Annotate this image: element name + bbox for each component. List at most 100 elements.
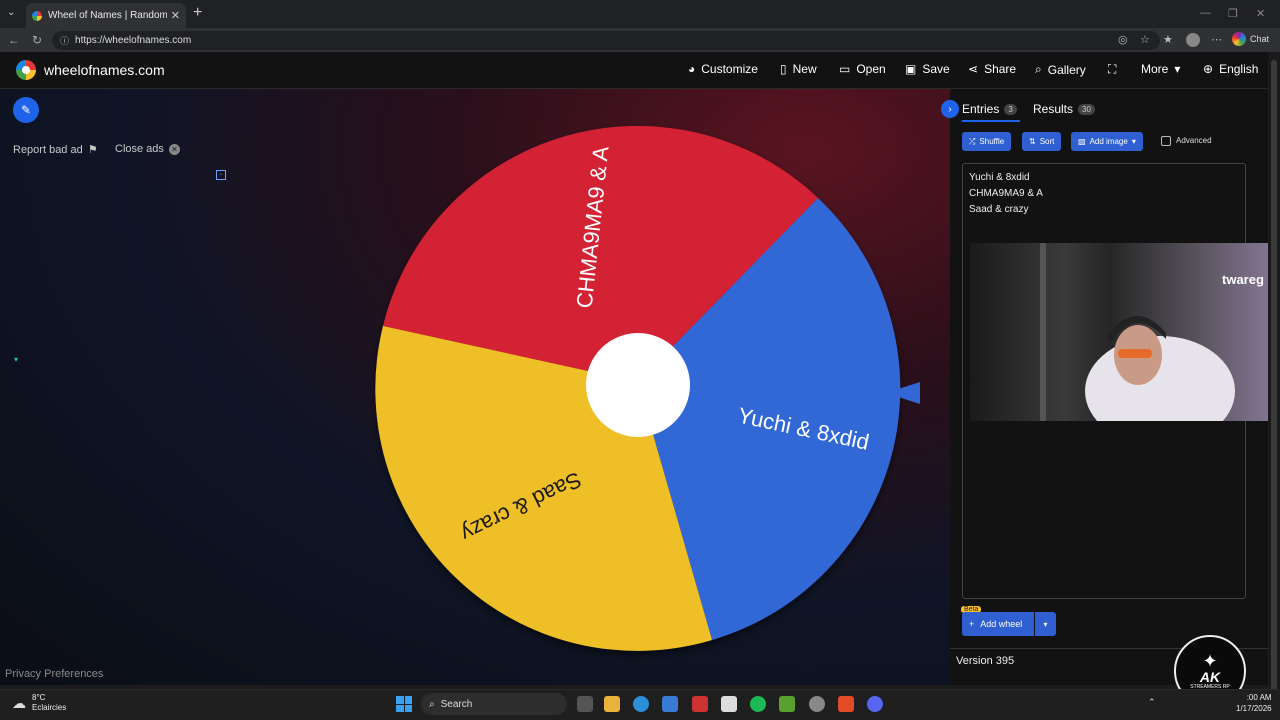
open-button[interactable]: ▭ Open: [839, 62, 886, 76]
share-button[interactable]: ⋖ Share: [968, 62, 1016, 76]
flag-icon: ⚑: [87, 144, 98, 156]
taskbar-clock[interactable]: :00 AM 1/17/2026: [1236, 692, 1272, 714]
window-close-icon[interactable]: ✕: [1256, 7, 1265, 20]
shuffle-icon: ⤮: [969, 136, 976, 146]
badge-name: AK: [1199, 669, 1221, 685]
close-ads-link[interactable]: Close ads ✕: [115, 143, 180, 155]
favorite-star-icon[interactable]: ☆: [1140, 33, 1150, 46]
collapse-panel-chevron-icon[interactable]: ›: [941, 100, 959, 118]
minimize-icon[interactable]: —: [1200, 7, 1211, 19]
copilot-chat-button[interactable]: Chat: [1232, 32, 1269, 46]
version-label: Version 395: [956, 655, 1015, 667]
spotify-icon[interactable]: [750, 696, 766, 712]
page-scrollbar[interactable]: [1268, 52, 1280, 700]
site-name[interactable]: wheelofnames.com: [44, 62, 165, 78]
report-bad-ad-label: Report bad ad: [13, 143, 83, 156]
gallery-button[interactable]: ⌕ Gallery: [1035, 62, 1086, 77]
add-wheel-dropdown-icon[interactable]: ▾: [1035, 612, 1056, 636]
edit-pencil-button[interactable]: ✎: [13, 97, 39, 123]
close-ads-label: Close ads: [115, 143, 164, 155]
profile-avatar[interactable]: [1186, 33, 1200, 47]
address-bar: ← ↻ ⓘ https://wheelofnames.com ◎ ☆ ★ ⋯ C…: [0, 28, 1280, 52]
copilot-icon: [1232, 32, 1246, 46]
edge-browser-icon[interactable]: [633, 696, 649, 712]
active-tab-indicator: [962, 120, 1020, 122]
add-image-label: Add image: [1089, 137, 1128, 146]
weather-condition: Eclaircies: [32, 703, 67, 712]
results-tab-label: Results: [1033, 102, 1074, 116]
site-favicon-icon: [32, 10, 42, 21]
more-label: More: [1141, 62, 1169, 76]
weather-temperature: 8°C: [32, 693, 46, 702]
steam-icon[interactable]: [809, 696, 825, 712]
language-button[interactable]: ⊕ English: [1203, 62, 1258, 76]
close-circle-icon: ✕: [168, 143, 180, 155]
customize-button[interactable]: ◕ Customize: [688, 62, 758, 76]
favorites-icon[interactable]: ★: [1163, 33, 1173, 46]
share-label: Share: [984, 62, 1017, 76]
privacy-preferences-link[interactable]: Privacy Preferences: [5, 668, 103, 680]
taskbar-search[interactable]: ⌕ Search: [421, 693, 567, 715]
name-wheel[interactable]: CHMA9MA9 & A Yuchi & 8xdid Saad & crazy: [360, 110, 920, 670]
add-image-button[interactable]: ▨ Add image ▾: [1071, 132, 1143, 151]
notepad-icon[interactable]: [721, 696, 737, 712]
reader-icon[interactable]: ◎: [1118, 33, 1128, 46]
weather-widget[interactable]: ☁ 8°C Eclaircies: [12, 693, 66, 713]
tab-entries[interactable]: Entries 3: [962, 102, 1017, 116]
browser-menu-icon[interactable]: ⋯: [1211, 33, 1222, 46]
advanced-label[interactable]: Advanced: [1176, 136, 1212, 145]
discord-icon[interactable]: [867, 696, 883, 712]
sort-button[interactable]: ⇅ Sort: [1022, 132, 1062, 151]
search-icon: ⌕: [1035, 62, 1042, 76]
chat-label: Chat: [1250, 34, 1270, 44]
tab-results[interactable]: Results 30: [1033, 102, 1095, 116]
tab-close-icon[interactable]: ✕: [171, 9, 180, 22]
folder-icon: ▭: [839, 62, 851, 76]
site-info-icon[interactable]: ⓘ: [60, 34, 69, 47]
report-bad-ad-link[interactable]: Report bad ad ⚑: [13, 143, 98, 157]
tray-overflow-icon[interactable]: ⌃: [1148, 697, 1156, 708]
clock-time: :00 AM: [1246, 693, 1272, 702]
url-field[interactable]: ⓘ https://wheelofnames.com: [52, 31, 1160, 50]
app-header: wheelofnames.com ◕ Customize ▯ New ▭ Ope…: [0, 52, 1268, 89]
language-label: English: [1219, 62, 1259, 76]
sort-icon: ⇅: [1029, 137, 1036, 146]
brave-icon[interactable]: [838, 696, 854, 712]
start-button-windows-icon[interactable]: [396, 696, 412, 712]
webcam-person-image: [1040, 243, 1235, 421]
scrollbar-thumb[interactable]: [1271, 60, 1277, 700]
customize-label: Customize: [701, 62, 758, 76]
webcam-brand-logo: twareg: [1222, 272, 1264, 287]
file-icon: ▯: [780, 62, 787, 76]
save-icon: ▣: [905, 62, 917, 76]
wheel-logo-icon[interactable]: [16, 60, 36, 80]
fullscreen-icon[interactable]: ⛶: [1108, 62, 1116, 77]
back-icon[interactable]: ←: [8, 33, 20, 47]
streamer-webcam-overlay: [970, 243, 1280, 421]
shuffle-button[interactable]: ⤮ Shuffle: [962, 132, 1012, 151]
shuffle-label: Shuffle: [979, 137, 1005, 146]
app-icon[interactable]: [692, 696, 708, 712]
save-button[interactable]: ▣ Save: [905, 62, 950, 76]
advanced-checkbox[interactable]: [1161, 136, 1171, 146]
store-icon[interactable]: [662, 696, 678, 712]
file-explorer-icon[interactable]: [604, 696, 620, 712]
ad-marker-icon: ▾: [14, 355, 19, 364]
ad-choices-icon[interactable]: ▫: [216, 170, 226, 180]
reload-icon[interactable]: ↻: [32, 33, 42, 47]
eagle-icon: ✦: [1202, 651, 1218, 671]
taskbar-search-label: Search: [440, 698, 473, 710]
maximize-icon[interactable]: ❐: [1228, 7, 1238, 20]
more-button[interactable]: More ▾: [1141, 62, 1180, 76]
wheel-center-hub[interactable]: [586, 333, 690, 437]
caret-down-icon: ▾: [1174, 62, 1181, 76]
add-wheel-button[interactable]: + Add wheel: [962, 612, 1034, 636]
entries-tab-label: Entries: [962, 102, 1000, 116]
sort-label: Sort: [1039, 137, 1055, 146]
new-button[interactable]: ▯ New: [780, 62, 817, 76]
tab-menu-chevron-icon[interactable]: ⌄: [7, 7, 15, 18]
game-launcher-icon[interactable]: [779, 696, 795, 712]
new-tab-icon[interactable]: +: [193, 4, 202, 22]
task-view-icon[interactable]: [577, 696, 593, 712]
browser-tab[interactable]: Wheel of Names | Random name ✕: [26, 3, 186, 28]
